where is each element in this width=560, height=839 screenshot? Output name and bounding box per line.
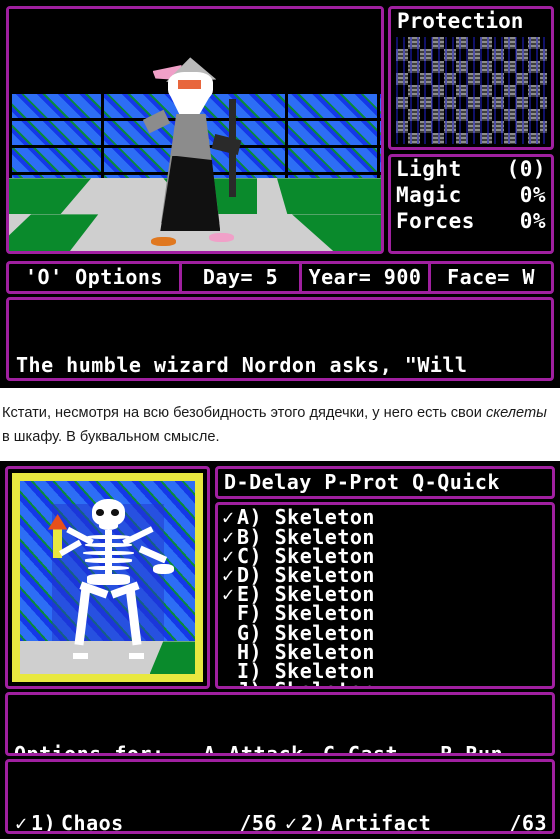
caption-part-2: в шкафу. В буквальном смысле. — [2, 428, 220, 445]
dialog-panel: The humble wizard Nordon asks, "Will you… — [6, 297, 554, 381]
command-bar-text[interactable]: D-Delay P-Prot Q-Quick — [224, 472, 500, 493]
skeleton-right-foot — [128, 653, 145, 659]
top-game-screenshot: Protection Light (0) Magic 0% Forces 0% … — [0, 0, 560, 388]
wizard-sprite — [142, 57, 242, 247]
dungeon-scene — [9, 9, 381, 251]
skeleton-rib — [88, 566, 129, 571]
protection-title: Protection — [397, 9, 524, 33]
protection-grid — [396, 37, 547, 144]
stat-value-forces: 0% — [519, 209, 546, 234]
monster-list-item[interactable]: J) Skeleton — [218, 680, 552, 686]
scene-viewport — [6, 6, 384, 254]
stat-row-light: Light (0) — [391, 157, 551, 183]
article-caption: Кстати, несмотря на всю безобидность это… — [0, 388, 560, 462]
options-panel: Options for: A-Attack C-Cast R-Run Lisiz… — [5, 692, 555, 757]
options-row-1: Options for: A-Attack C-Cast R-Run — [14, 743, 550, 754]
options-grid: Options for: A-Attack C-Cast R-Run Lisiz… — [14, 697, 550, 754]
options-for-label: Options for: — [14, 743, 203, 754]
status-segment-face: Face= W — [447, 265, 535, 290]
bottom-game-screenshot: D-Delay P-Prot Q-Quick ✓ A) Skeleton ✓ B… — [0, 461, 560, 839]
protection-panel: Protection — [388, 6, 554, 150]
party-roster: ✓ 1) Chaos /56 ✓ 2) Artifact /63 ✓ 3) Wi… — [15, 765, 549, 831]
caption-italic: скелеты — [485, 405, 547, 421]
stat-label-light: Light — [396, 157, 462, 182]
dialog-text: The humble wizard Nordon asks, "Will you… — [16, 304, 547, 378]
skeleton-rib — [83, 550, 134, 555]
stat-label-magic: Magic — [396, 183, 462, 208]
wizard-face — [177, 80, 201, 90]
monster-list-panel: ✓ A) Skeleton ✓ B) Skeleton ✓ C) Skeleto… — [215, 502, 555, 690]
wizard-right-shoe — [208, 232, 234, 243]
skeleton-pelvis — [86, 573, 131, 586]
page-root: Protection Light (0) Magic 0% Forces 0% … — [0, 0, 560, 839]
skeleton-left-foot — [72, 653, 89, 659]
party-num-2: 2) — [301, 810, 327, 832]
party-check-1: ✓ — [15, 810, 28, 832]
status-segment-year: Year= 900 — [308, 265, 422, 290]
portrait-yellow-border — [12, 473, 203, 683]
skeleton-right-eye — [111, 509, 119, 516]
status-segment-options[interactable]: 'O' Options — [9, 264, 179, 291]
status-segment-day: Day= 5 — [202, 265, 279, 290]
option-attack[interactable]: A-Attack — [203, 743, 323, 754]
stat-row-forces: Forces 0% — [391, 209, 551, 235]
option-cast[interactable]: C-Cast — [323, 743, 441, 754]
skeleton-rib — [84, 558, 132, 563]
stat-label-forces: Forces — [396, 209, 475, 234]
monster-portrait-frame — [5, 466, 210, 690]
party-name-2[interactable]: Artifact — [331, 811, 489, 831]
party-check-2: ✓ — [285, 810, 298, 832]
stats-panel: Light (0) Magic 0% Forces 0% — [388, 154, 554, 254]
skeleton-portrait-image — [20, 481, 195, 675]
caption-part-1: Кстати, несмотря на всю безобидность это… — [2, 405, 486, 421]
party-hp-1: /56 — [239, 810, 277, 832]
combat-command-bar: D-Delay P-Prot Q-Quick — [215, 466, 555, 500]
skeleton-right-hand — [153, 564, 174, 574]
status-bar: 'O' Options Day= 5 Year= 900 Face= W — [6, 261, 554, 294]
dialog-line-1: The humble wizard Nordon asks, "Will — [16, 352, 468, 377]
stat-row-magic: Magic 0% — [391, 183, 551, 209]
party-roster-panel: ✓ 1) Chaos /56 ✓ 2) Artifact /63 ✓ 3) Wi… — [5, 759, 555, 835]
monster-key-j: J) — [237, 680, 262, 686]
stat-value-magic: 0% — [519, 183, 546, 208]
monster-check-e: ✓ — [222, 582, 235, 607]
skeleton-left-eye — [96, 509, 104, 516]
wizard-right-arm — [211, 133, 242, 155]
party-num-1: 1) — [31, 810, 57, 832]
monster-name-j: Skeleton — [275, 680, 375, 686]
party-hp-2: /63 — [509, 810, 547, 832]
wizard-left-shoe — [150, 236, 176, 247]
party-name-1[interactable]: Chaos — [61, 811, 219, 831]
option-run[interactable]: R-Run — [440, 743, 550, 754]
protection-grid-dither — [396, 37, 547, 144]
party-row: ✓ 1) Chaos /56 ✓ 2) Artifact /63 — [15, 810, 549, 832]
stat-value-light: (0) — [506, 157, 546, 182]
wizard-staff — [229, 98, 236, 198]
wizard-left-arm — [142, 109, 171, 134]
